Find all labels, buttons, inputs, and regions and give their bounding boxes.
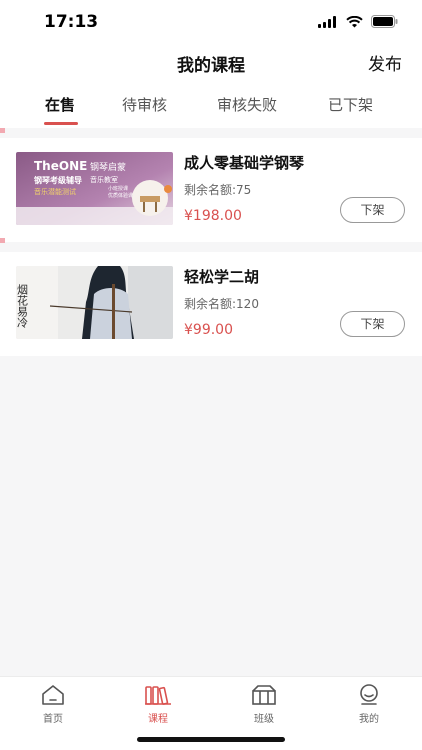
tabbar-label: 我的 xyxy=(359,714,379,725)
status-icons xyxy=(318,15,398,28)
page-title: 我的课程 xyxy=(177,56,245,76)
status-time: 17:13 xyxy=(44,12,99,32)
thumb-calligraphy: 烟花易冷 xyxy=(16,283,29,329)
tab-off-shelf[interactable]: 已下架 xyxy=(328,94,373,115)
profile-icon xyxy=(360,684,378,705)
piano-course-image: TheONE 钢琴启蒙 钢琴考级辅导 音乐教室 音乐潜能测试 小班授课 优质体验… xyxy=(16,152,173,225)
course-thumbnail: TheONE 钢琴启蒙 钢琴考级辅导 音乐教室 音乐潜能测试 小班授课 优质体验… xyxy=(16,152,173,225)
tabbar-label: 课程 xyxy=(148,714,168,725)
course-card[interactable]: TheONE 钢琴启蒙 钢琴考级辅导 音乐教室 音乐潜能测试 小班授课 优质体验… xyxy=(0,128,422,243)
active-tab-indicator xyxy=(44,122,78,125)
card-edge-marker xyxy=(0,128,5,133)
card-edge-marker xyxy=(0,238,5,243)
erhu-course-image: 烟花易冷 xyxy=(16,266,173,339)
remaining-seats: 剩余名额:120 xyxy=(184,297,259,311)
thumb-line5: 优质体验课 xyxy=(108,192,133,199)
status-bar: 17:13 xyxy=(0,0,422,44)
thumb-brand: TheONE xyxy=(34,159,87,173)
cellular-signal-icon xyxy=(318,15,336,28)
remaining-seats: 剩余名额:75 xyxy=(184,183,252,197)
course-title: 成人零基础学钢琴 xyxy=(184,154,305,172)
class-icon xyxy=(252,685,276,705)
thumb-line1: 钢琴考级辅导 xyxy=(34,175,82,185)
status-tabs: 在售 待审核 审核失败 已下架 xyxy=(0,80,422,128)
tabbar-home[interactable]: 首页 xyxy=(23,683,83,725)
course-list: TheONE 钢琴启蒙 钢琴考级辅导 音乐教室 音乐潜能测试 小班授课 优质体验… xyxy=(0,128,422,676)
navigation-bar: 我的课程 发布 xyxy=(0,44,422,80)
publish-button[interactable]: 发布 xyxy=(368,50,402,75)
battery-icon xyxy=(371,15,398,28)
take-off-shelf-button[interactable]: 下架 xyxy=(340,197,405,223)
take-off-shelf-button[interactable]: 下架 xyxy=(340,311,405,337)
course-title: 轻松学二胡 xyxy=(184,268,260,286)
thumb-line3: 音乐潜能测试 xyxy=(34,187,76,196)
tabbar-courses[interactable]: 课程 xyxy=(128,683,188,725)
home-icon xyxy=(42,685,64,705)
course-thumbnail: 烟花易冷 xyxy=(16,266,173,339)
thumb-line4: 小班授课 xyxy=(108,185,128,192)
tabbar-label: 首页 xyxy=(43,714,63,725)
home-indicator[interactable] xyxy=(137,737,285,742)
tabbar-label: 班级 xyxy=(254,714,274,725)
tab-on-sale[interactable]: 在售 xyxy=(45,94,75,115)
thumb-title: 钢琴启蒙 xyxy=(90,161,126,173)
course-price: ¥198.00 xyxy=(184,208,242,224)
tabbar-class[interactable]: 班级 xyxy=(234,683,294,725)
thumb-line2: 音乐教室 xyxy=(90,175,118,184)
books-icon xyxy=(145,686,171,705)
wifi-icon xyxy=(346,15,363,27)
tab-review-failed[interactable]: 审核失败 xyxy=(217,94,277,115)
tabbar-profile[interactable]: 我的 xyxy=(339,683,399,725)
course-card[interactable]: 烟花易冷 轻松学二胡 剩余名额:120 ¥99.00 下架 xyxy=(0,252,422,356)
tab-pending-review[interactable]: 待审核 xyxy=(122,94,167,115)
course-price: ¥99.00 xyxy=(184,322,233,338)
